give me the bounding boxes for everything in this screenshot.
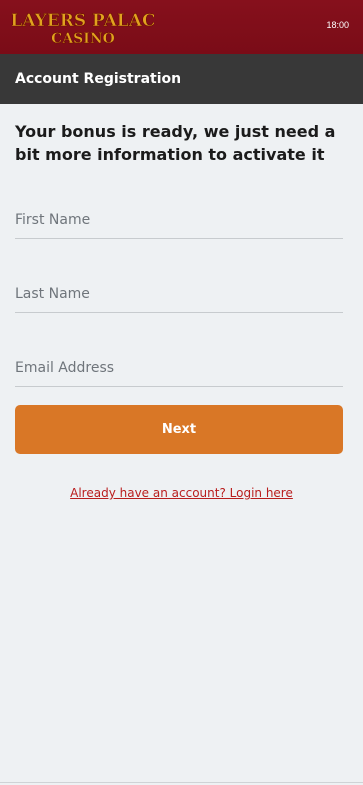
- last-name-field: [15, 276, 343, 313]
- intro-text: Your bonus is ready, we just need a bit …: [15, 122, 336, 164]
- players-palace-casino-logo: PLAYERS PALACE CASINO: [12, 11, 154, 48]
- first-name-field: [15, 202, 343, 239]
- email-field: [15, 350, 343, 387]
- logo-line-2: CASINO: [51, 31, 115, 47]
- status-time: 18:00: [326, 20, 349, 30]
- first-name-input[interactable]: [15, 202, 343, 238]
- next-button[interactable]: Next: [15, 405, 343, 454]
- logo-line-1: PLAYERS PALACE: [12, 11, 154, 31]
- login-link[interactable]: Already have an account? Login here: [0, 486, 363, 500]
- top-bar: PLAYERS PALACE CASINO 18:00: [0, 0, 363, 54]
- bottom-divider: [0, 782, 363, 783]
- page-title: Account Registration: [15, 71, 182, 87]
- header-bar: Account Registration: [0, 54, 363, 104]
- last-name-input[interactable]: [15, 276, 343, 312]
- email-input[interactable]: [15, 350, 343, 386]
